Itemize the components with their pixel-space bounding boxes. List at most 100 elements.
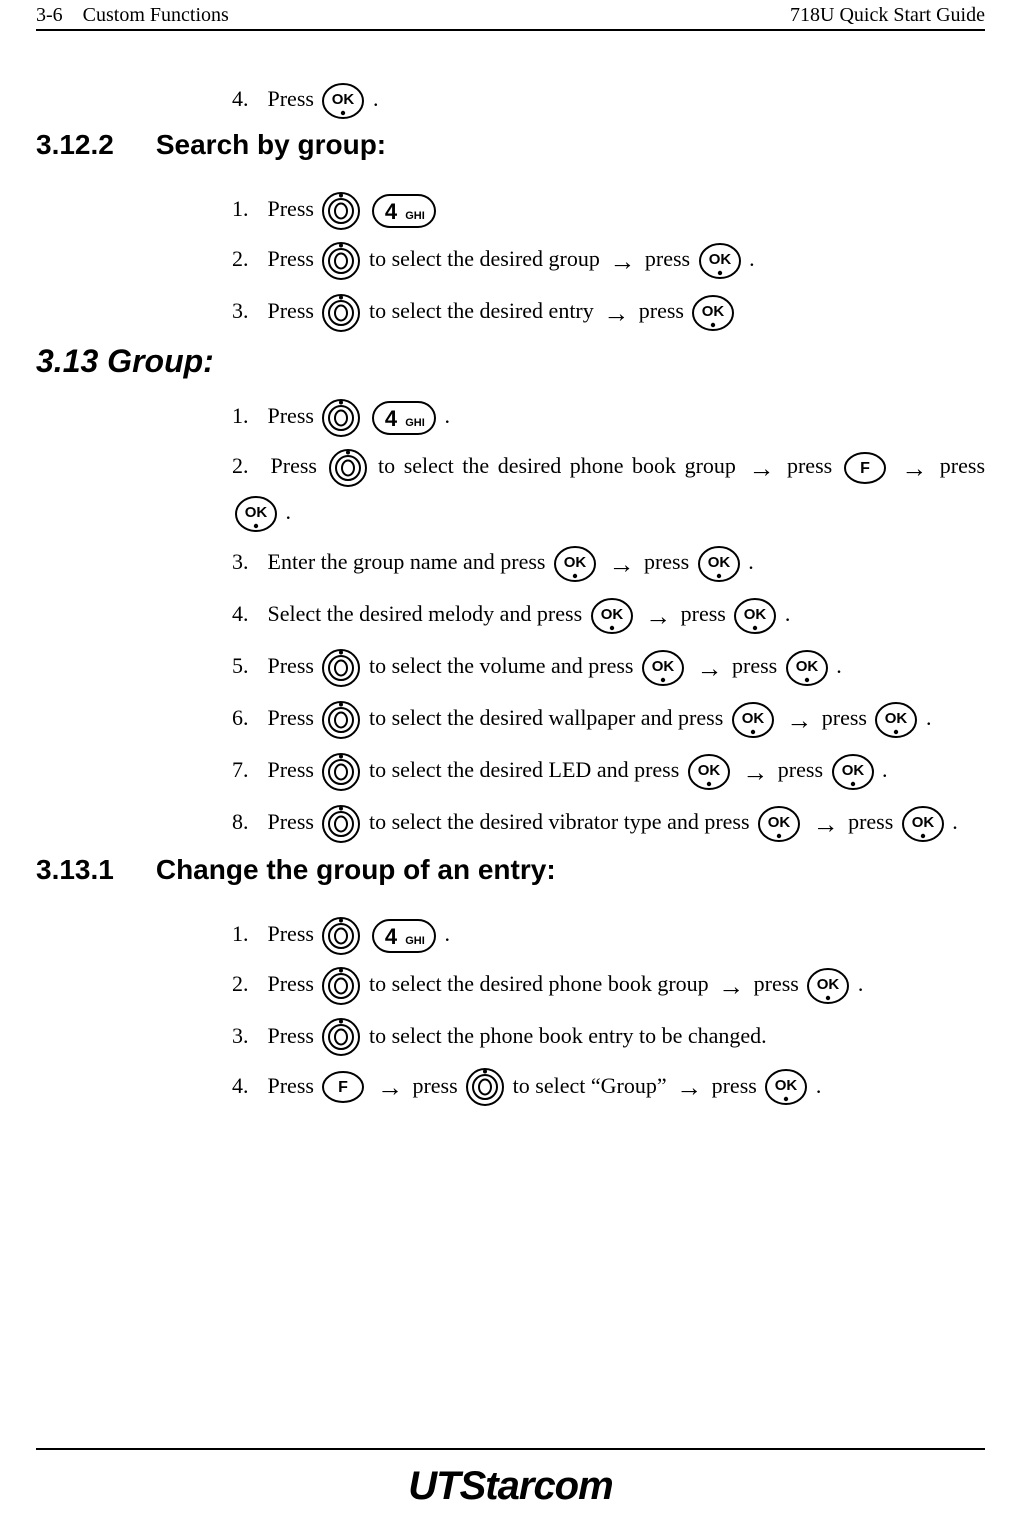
step-text: press: [681, 601, 732, 626]
header-left: 3-6 Custom Functions: [36, 4, 229, 27]
step-number: 3.: [232, 289, 262, 333]
nav-wheel-icon: [321, 700, 361, 740]
step-text: .: [286, 499, 292, 524]
step-3-13-1-1: 1. Press .: [232, 912, 985, 956]
step-text: press: [822, 705, 873, 730]
ok-icon: [806, 967, 850, 1005]
step-text: Press: [268, 1073, 320, 1098]
footer-rule: [36, 1448, 985, 1450]
heading-title: Search by group:: [156, 129, 386, 161]
step-number: 4.: [232, 77, 262, 121]
nav-wheel-icon: [321, 752, 361, 792]
logo-ut: UT: [408, 1464, 459, 1508]
step-3-13-1-4: 4. Press → press to select “Group” → pre…: [232, 1064, 985, 1110]
ok-icon: [687, 753, 731, 791]
arrow-icon: →: [813, 802, 839, 846]
heading-3-13-1: 3.13.1 Change the group of an entry:: [36, 854, 985, 886]
key-4ghi-icon: [371, 398, 437, 438]
step-number: 5.: [232, 644, 262, 688]
arrow-icon: →: [901, 446, 927, 490]
step-text: press: [732, 653, 783, 678]
step-text: .: [858, 971, 864, 996]
step-text: press: [787, 453, 841, 478]
step-text: press: [712, 1073, 763, 1098]
step-text: Enter the group name and press: [268, 549, 551, 574]
step-text: to select the desired entry: [369, 298, 599, 323]
step-text: Press: [268, 196, 320, 221]
step-text: Press: [268, 971, 320, 996]
step-3-13-1: 1. Press .: [232, 394, 985, 438]
step-3-13-2: 2. Press to select the desired phone boo…: [232, 444, 985, 534]
ok-icon: [698, 242, 742, 280]
step-number: 4.: [232, 592, 262, 636]
step-number: 7.: [232, 748, 262, 792]
ok-icon: [874, 701, 918, 739]
step-text: to select the desired wallpaper and pres…: [369, 705, 729, 730]
ok-icon: [590, 597, 634, 635]
nav-wheel-icon: [321, 1017, 361, 1057]
ok-icon: [733, 597, 777, 635]
arrow-icon: →: [676, 1065, 702, 1109]
arrow-icon: →: [718, 964, 744, 1008]
step-text: .: [748, 549, 754, 574]
ok-icon: [757, 805, 801, 843]
ok-icon: [641, 649, 685, 687]
nav-wheel-icon: [465, 1067, 505, 1107]
key-4ghi-icon: [371, 191, 437, 231]
step-text: .: [373, 86, 379, 111]
step-3-13-1-2: 2. Press to select the desired phone boo…: [232, 962, 985, 1008]
header-right: 718U Quick Start Guide: [790, 4, 985, 27]
footer-logo: UTStarcom: [36, 1464, 985, 1531]
arrow-icon: →: [609, 239, 635, 283]
arrow-icon: →: [377, 1065, 403, 1109]
step-text: Press: [268, 757, 320, 782]
step-3-13-5: 5. Press to select the volume and press …: [232, 644, 985, 690]
step-text: Press: [268, 403, 320, 428]
step-number: 8.: [232, 800, 262, 844]
step-text: Press: [268, 809, 320, 834]
ok-icon: [697, 545, 741, 583]
nav-wheel-icon: [321, 966, 361, 1006]
step-text: .: [749, 246, 755, 271]
arrow-icon: →: [742, 750, 768, 794]
step-text: to select the desired LED and press: [369, 757, 685, 782]
heading-number: 3.12.2: [36, 129, 114, 161]
heading-3-12-2: 3.12.2 Search by group:: [36, 129, 985, 161]
arrow-icon: →: [645, 594, 671, 638]
step-text: to select the desired phone book group: [378, 453, 744, 478]
step-text: .: [926, 705, 932, 730]
step-number: 1.: [232, 912, 262, 956]
arrow-icon: →: [748, 446, 774, 490]
step-text: press: [412, 1073, 463, 1098]
step-3-13-8: 8. Press to select the desired vibrator …: [232, 800, 985, 846]
step-3-12-2-1: 1. Press: [232, 187, 985, 231]
page-header: 3-6 Custom Functions 718U Quick Start Gu…: [36, 0, 985, 29]
ok-icon: [731, 701, 775, 739]
step-number: 1.: [232, 187, 262, 231]
step-text: .: [444, 403, 450, 428]
arrow-icon: →: [697, 646, 723, 690]
step-text: Press: [268, 1023, 320, 1048]
logo-starcom: Starcom: [460, 1464, 613, 1508]
step-text: to select the volume and press: [369, 653, 639, 678]
page-content: 4. Press . 3.12.2 Search by group: 1. Pr…: [36, 31, 985, 1420]
ok-icon: [553, 545, 597, 583]
step-text: Press: [268, 705, 320, 730]
heading-number: 3.13.1: [36, 854, 114, 886]
step-text: .: [952, 809, 958, 834]
step-text: to select “Group”: [513, 1073, 672, 1098]
ok-icon: [785, 649, 829, 687]
step-text: Press: [268, 921, 320, 946]
step-number: 2.: [232, 444, 262, 488]
step-number: 4.: [232, 1064, 262, 1108]
nav-wheel-icon: [321, 191, 361, 231]
step-text: Press: [268, 246, 320, 271]
nav-wheel-icon: [321, 916, 361, 956]
ok-icon: [321, 82, 365, 120]
step-text: press: [940, 453, 985, 478]
step-text: press: [639, 298, 690, 323]
step-3-12-2-3: 3. Press to select the desired entry → p…: [232, 289, 985, 335]
step-3-13-4: 4. Select the desired melody and press →…: [232, 592, 985, 638]
step-3-13-7: 7. Press to select the desired LED and p…: [232, 748, 985, 794]
heading-3-13: 3.13 Group:: [36, 343, 985, 380]
